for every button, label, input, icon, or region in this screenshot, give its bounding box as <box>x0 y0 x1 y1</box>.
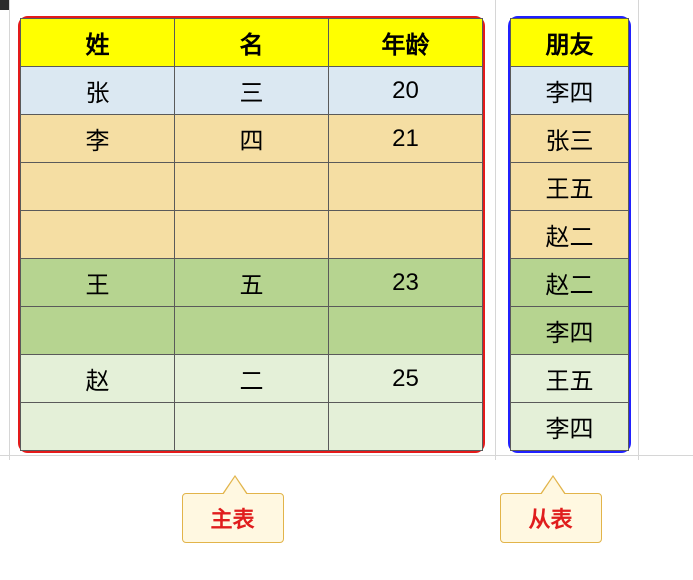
main-cell <box>21 211 175 259</box>
main-header-1: 名 <box>175 19 329 67</box>
main-row <box>21 163 483 211</box>
side-table-callout-label: 从表 <box>529 507 573 532</box>
main-cell: 五 <box>175 259 329 307</box>
main-row: 张三20 <box>21 67 483 115</box>
side-row: 赵二 <box>511 211 629 259</box>
side-cell: 李四 <box>511 67 629 115</box>
side-cell: 王五 <box>511 355 629 403</box>
side-cell: 王五 <box>511 163 629 211</box>
main-cell: 21 <box>329 115 483 163</box>
main-cell: 王 <box>21 259 175 307</box>
side-header-0: 朋友 <box>511 19 629 67</box>
main-cell <box>21 307 175 355</box>
main-table-frame: 姓名年龄张三20李四21王五23赵二25 <box>18 16 485 453</box>
main-cell <box>175 403 329 451</box>
main-row: 王五23 <box>21 259 483 307</box>
main-cell <box>21 163 175 211</box>
side-row: 王五 <box>511 355 629 403</box>
main-cell: 二 <box>175 355 329 403</box>
main-cell <box>329 163 483 211</box>
side-table-callout: 从表 <box>500 493 602 543</box>
main-header-0: 姓 <box>21 19 175 67</box>
main-cell <box>329 211 483 259</box>
main-table-callout-label: 主表 <box>211 507 255 532</box>
side-row: 赵二 <box>511 259 629 307</box>
main-cell <box>175 307 329 355</box>
main-cell <box>175 211 329 259</box>
side-cell: 李四 <box>511 307 629 355</box>
main-header-2: 年龄 <box>329 19 483 67</box>
side-row: 王五 <box>511 163 629 211</box>
main-row: 李四21 <box>21 115 483 163</box>
main-cell <box>175 163 329 211</box>
side-cell: 张三 <box>511 115 629 163</box>
main-cell <box>329 403 483 451</box>
main-cell: 张 <box>21 67 175 115</box>
side-cell: 赵二 <box>511 211 629 259</box>
main-row <box>21 403 483 451</box>
main-cell: 23 <box>329 259 483 307</box>
main-cell <box>21 403 175 451</box>
side-row: 李四 <box>511 67 629 115</box>
main-row <box>21 307 483 355</box>
side-row: 张三 <box>511 115 629 163</box>
main-row: 赵二25 <box>21 355 483 403</box>
main-cell: 赵 <box>21 355 175 403</box>
main-cell: 四 <box>175 115 329 163</box>
main-cell: 李 <box>21 115 175 163</box>
main-cell <box>329 307 483 355</box>
main-cell: 三 <box>175 67 329 115</box>
main-cell: 25 <box>329 355 483 403</box>
main-table-callout: 主表 <box>182 493 284 543</box>
side-table-frame: 朋友李四张三王五赵二赵二李四王五李四 <box>508 16 631 453</box>
side-cell: 赵二 <box>511 259 629 307</box>
side-cell: 李四 <box>511 403 629 451</box>
side-row: 李四 <box>511 307 629 355</box>
main-table: 姓名年龄张三20李四21王五23赵二25 <box>20 18 483 451</box>
main-row <box>21 211 483 259</box>
main-cell: 20 <box>329 67 483 115</box>
side-row: 李四 <box>511 403 629 451</box>
side-table: 朋友李四张三王五赵二赵二李四王五李四 <box>510 18 629 451</box>
